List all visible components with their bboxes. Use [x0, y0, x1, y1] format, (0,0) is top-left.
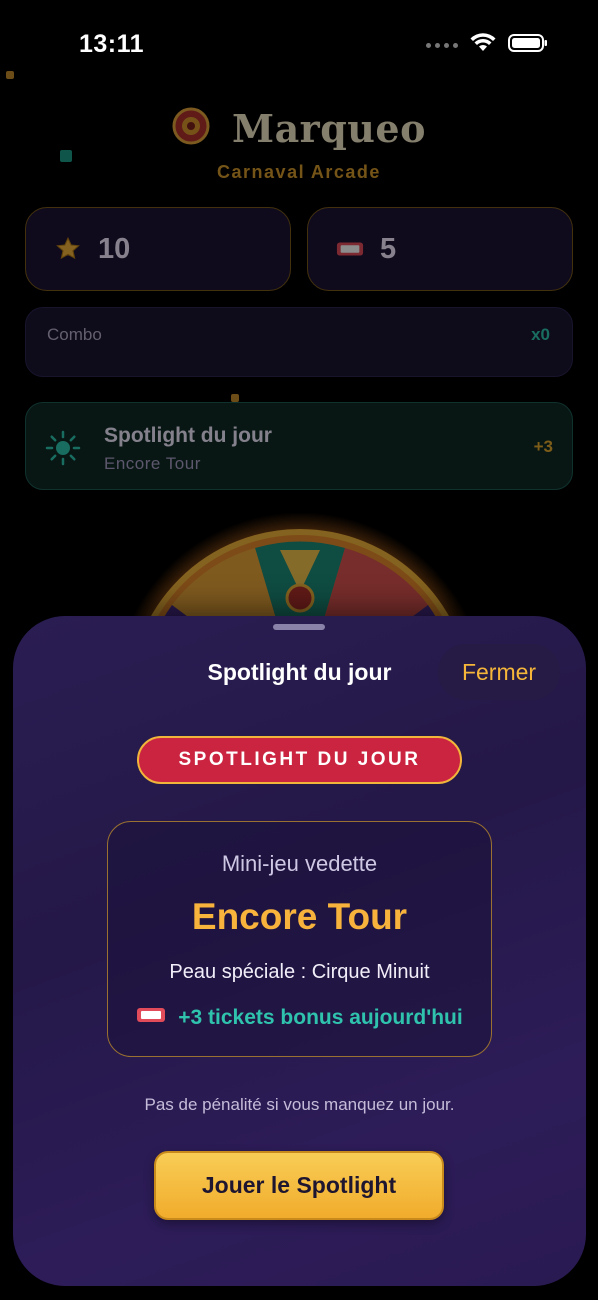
close-button[interactable]: Fermer: [438, 644, 560, 700]
spotlight-sheet: Spotlight du jour Fermer SPOTLIGHT DU JO…: [13, 616, 586, 1286]
wheel-emblem-icon: [172, 107, 210, 150]
tickets-value: 5: [380, 232, 397, 265]
feature-name: Encore Tour: [191, 896, 408, 937]
ticket-icon: [336, 235, 364, 263]
brand-header: Marqueo Carnaval Arcade: [0, 100, 598, 190]
ticket-icon: [136, 1005, 166, 1030]
signal-icon: [426, 43, 458, 48]
feature-skin: Peau spéciale : Cirque Minuit: [169, 961, 430, 983]
stars-counter: 10: [25, 207, 291, 291]
combo-label: Combo: [47, 325, 102, 344]
feature-kicker: Mini-jeu vedette: [221, 851, 378, 876]
star-icon: [54, 235, 82, 263]
sun-icon: [45, 430, 81, 466]
battery-icon: [508, 33, 548, 58]
spotlight-card-title: Spotlight du jour: [104, 424, 272, 447]
wifi-icon: [470, 33, 496, 58]
confetti-particle: [231, 394, 239, 402]
spotlight-pill-badge: SPOTLIGHT DU JOUR: [137, 736, 462, 784]
feature-bonus: +3 tickets bonus aujourd'hui: [108, 1005, 491, 1030]
status-bar: 13:11: [0, 0, 598, 90]
app-subtitle: Carnaval Arcade: [217, 162, 381, 182]
spotlight-card-subtitle: Encore Tour: [104, 454, 201, 473]
spotlight-card-badge: +3: [533, 437, 553, 456]
footnote: Pas de pénalité si vous manquez un jour.: [144, 1095, 455, 1114]
status-time: 13:11: [79, 30, 145, 58]
sheet-grabber[interactable]: [273, 624, 325, 630]
tickets-counter: 5: [307, 207, 573, 291]
play-spotlight-button[interactable]: Jouer le Spotlight: [154, 1151, 444, 1220]
combo-value: x0: [531, 325, 550, 344]
spotlight-card[interactable]: Spotlight du jour Encore Tour +3: [25, 402, 573, 490]
featured-minigame-card: Mini-jeu vedette Encore Tour Peau spécia…: [107, 821, 492, 1057]
stars-value: 10: [98, 232, 131, 265]
combo-meter: Combo x0: [25, 307, 573, 377]
feature-bonus-text: +3 tickets bonus aujourd'hui: [178, 1005, 463, 1029]
app-title: Marqueo: [232, 106, 426, 151]
